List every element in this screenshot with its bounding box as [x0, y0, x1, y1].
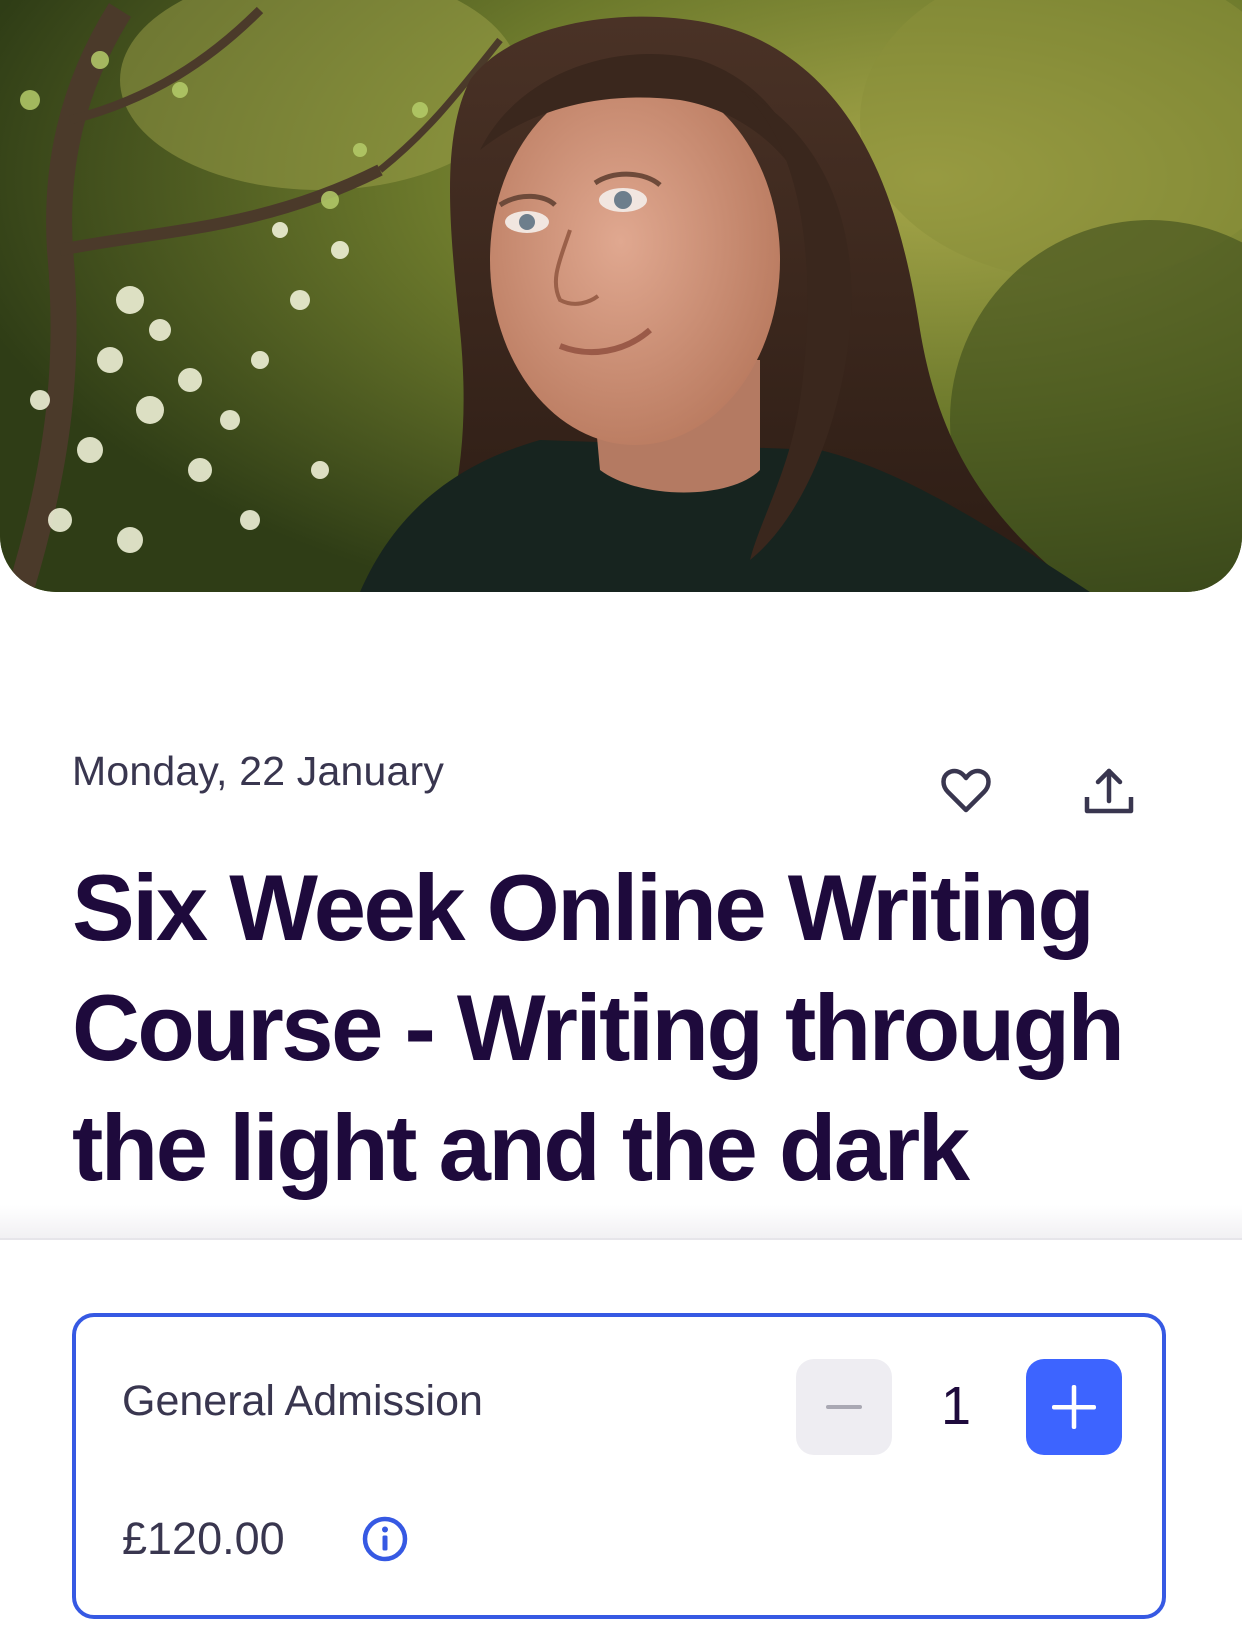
ticket-card[interactable]: General Admission 1 £120.00 — [72, 1313, 1166, 1619]
plus-icon — [1052, 1385, 1096, 1429]
ticket-price: £120.00 — [122, 1513, 285, 1564]
section-divider — [0, 1238, 1242, 1240]
event-date: Monday, 22 January — [72, 748, 445, 794]
decrease-quantity-button[interactable] — [796, 1359, 892, 1455]
ticket-type-name: General Admission — [122, 1377, 483, 1425]
event-page: Monday, 22 January Six Week Online Writi… — [0, 0, 1242, 1650]
hero-photo — [0, 0, 1242, 592]
event-hero-image — [0, 0, 1242, 592]
section-divider-shadow — [0, 1205, 1242, 1239]
share-upload-icon — [1084, 768, 1134, 814]
event-title: Six Week Online Writing Course - Writing… — [72, 855, 1125, 1200]
info-icon[interactable] — [361, 1515, 409, 1563]
share-button[interactable] — [1073, 755, 1145, 827]
increase-quantity-button[interactable] — [1026, 1359, 1122, 1455]
like-button[interactable] — [930, 755, 1002, 827]
minus-icon — [826, 1405, 862, 1409]
heart-icon — [941, 768, 991, 813]
ticket-quantity: 1 — [940, 1376, 972, 1436]
